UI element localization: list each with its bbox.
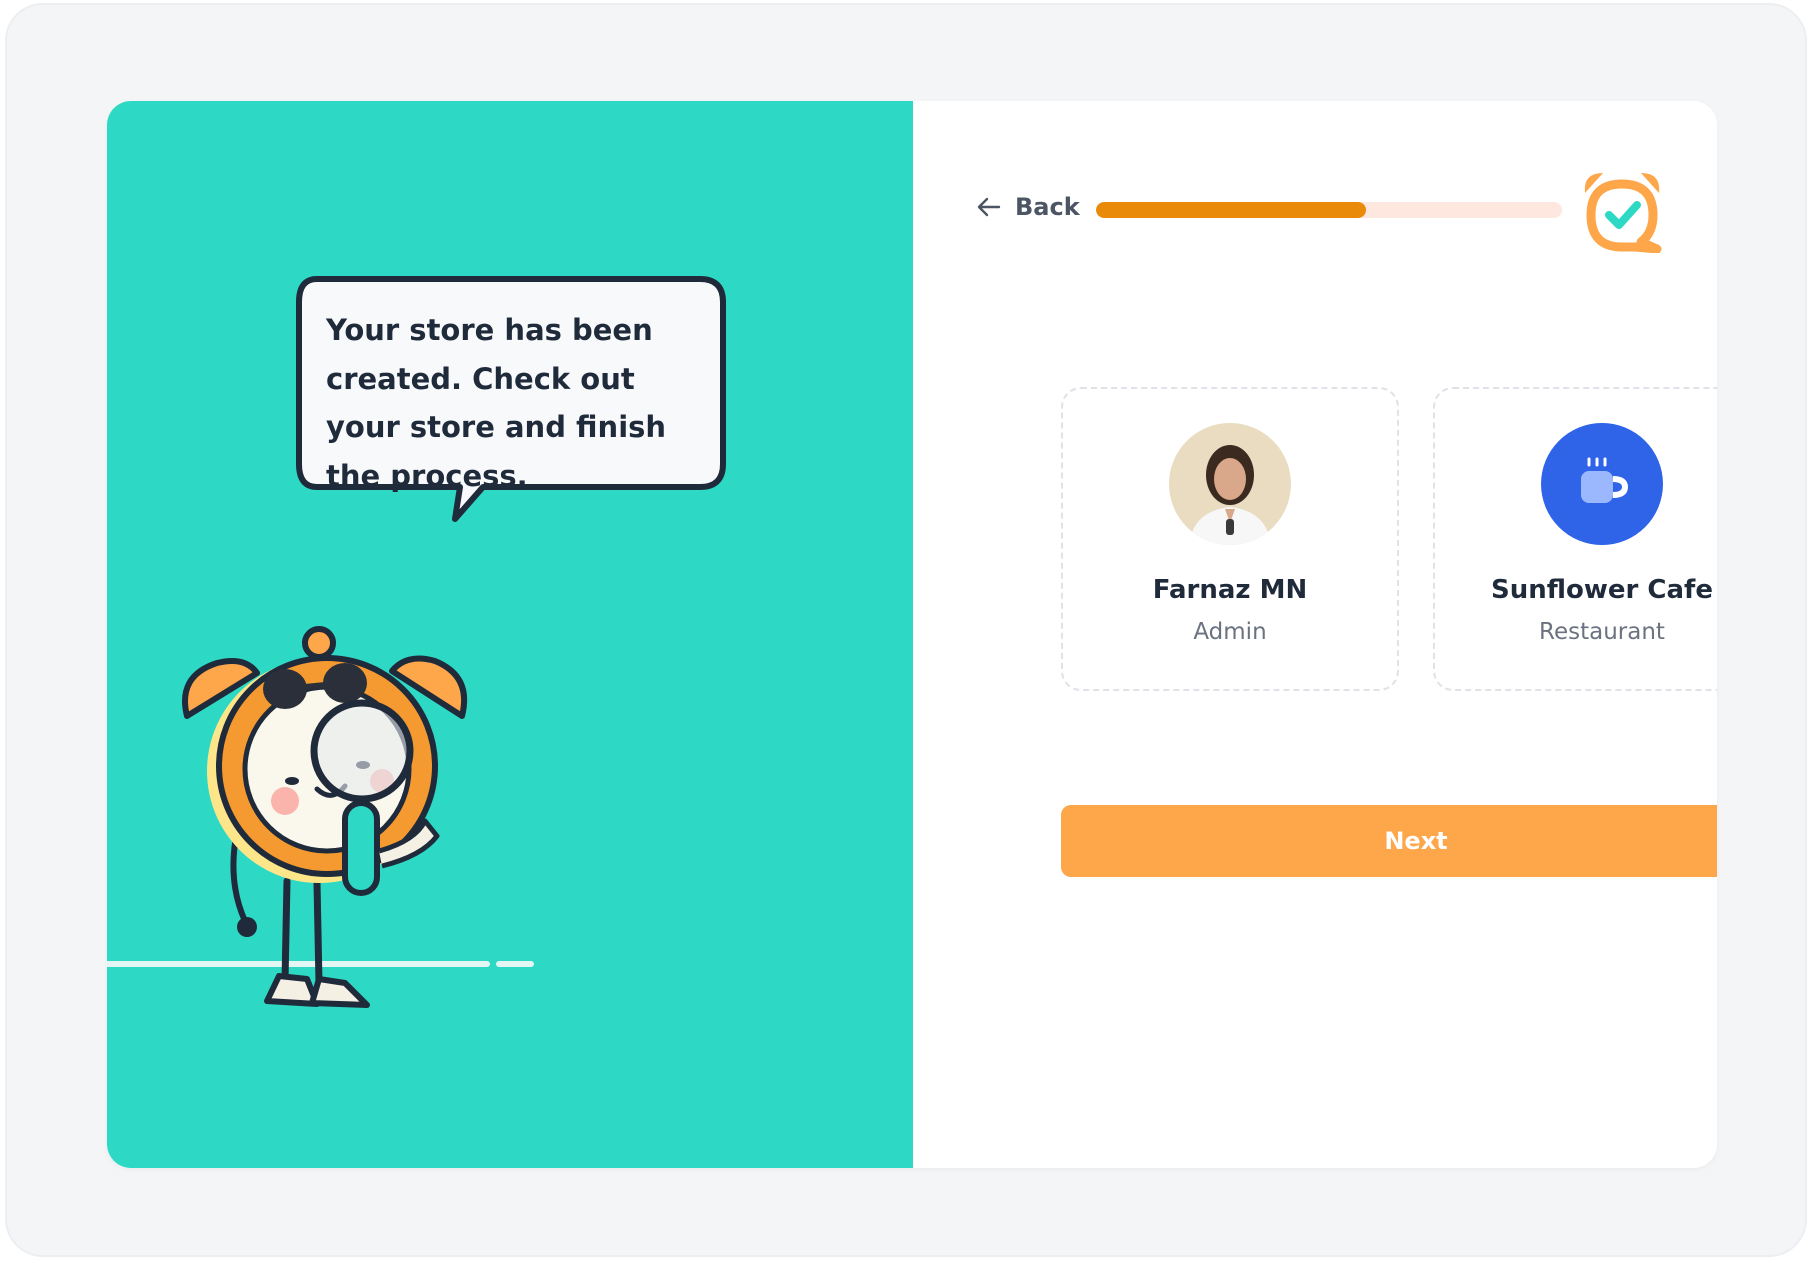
- progress-fill: [1096, 202, 1367, 218]
- avatar: [1169, 423, 1291, 545]
- progress-bar: [1096, 202, 1562, 218]
- store-name: Sunflower Cafe: [1491, 575, 1713, 605]
- onboarding-card: Your store has been created. Check out y…: [107, 101, 1717, 1168]
- coffee-cup-icon: [1581, 457, 1629, 503]
- store-type: Restaurant: [1539, 619, 1665, 645]
- arrow-left-icon: [977, 197, 1001, 217]
- user-photo: [1169, 423, 1291, 545]
- user-role: Admin: [1193, 619, 1267, 645]
- app-frame: Your store has been created. Check out y…: [5, 3, 1807, 1257]
- alarm-clock-check-icon: [1584, 173, 1662, 253]
- user-card[interactable]: Farnaz MN Admin: [1061, 387, 1399, 691]
- store-avatar: [1541, 423, 1663, 545]
- back-button[interactable]: Back: [975, 193, 1080, 221]
- store-card[interactable]: Sunflower Cafe Restaurant: [1433, 387, 1717, 691]
- content-panel: Back Farnaz MN Admin Sunflower Cafe Rest…: [913, 101, 1717, 1168]
- speech-bubble-text: Your store has been created. Check out y…: [326, 313, 667, 493]
- user-name: Farnaz MN: [1152, 575, 1308, 605]
- alarm-clock-mascot: [182, 626, 468, 1008]
- back-label: Back: [1015, 193, 1080, 221]
- illustration-panel: Your store has been created. Check out y…: [107, 101, 913, 1168]
- next-button[interactable]: Next: [1061, 805, 1717, 877]
